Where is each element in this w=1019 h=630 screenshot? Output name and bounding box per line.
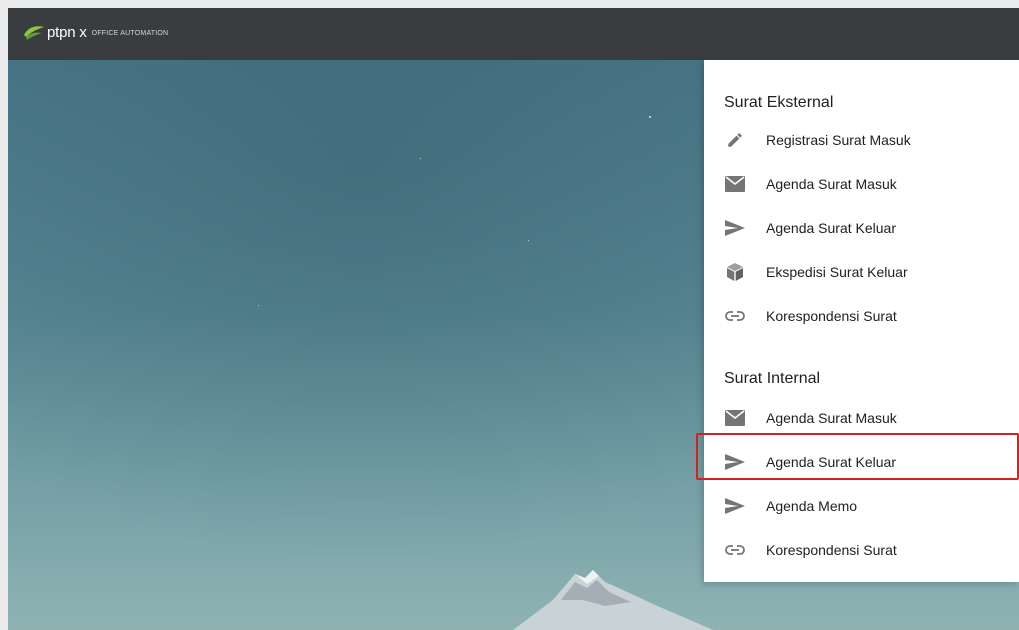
section-title-surat-internal: Surat Internal	[724, 370, 821, 387]
menu-item-label: Agenda Memo	[766, 498, 858, 514]
menu-item-label: Korespondensi Surat	[766, 308, 897, 324]
pencil-icon	[724, 129, 746, 151]
menu-item-ekspedisi-surat-keluar[interactable]: Ekspedisi Surat Keluar	[704, 250, 1019, 294]
send-icon	[724, 451, 746, 473]
menu-item-label: Agenda Surat Masuk	[766, 176, 897, 192]
menu-item-agenda-surat-keluar-eksternal[interactable]: Agenda Surat Keluar	[704, 206, 1019, 250]
menu-item-label: Ekspedisi Surat Keluar	[766, 264, 908, 280]
mail-icon	[724, 173, 746, 195]
brand-name: ptpn x	[47, 23, 87, 41]
menu-item-agenda-memo[interactable]: Agenda Memo	[704, 484, 1019, 528]
menu-item-label: Korespondensi Surat	[766, 542, 897, 558]
link-icon	[724, 305, 746, 327]
top-bar: ptpn x OFFICE AUTOMATION	[8, 8, 1019, 60]
brand[interactable]: ptpn x OFFICE AUTOMATION	[22, 18, 168, 46]
mountain-peak	[513, 570, 713, 630]
star	[420, 158, 421, 159]
menu-item-korespondensi-surat-internal[interactable]: Korespondensi Surat	[704, 528, 1019, 572]
section-title-surat-eksternal: Surat Eksternal	[724, 94, 834, 111]
menu-item-korespondensi-surat-eksternal[interactable]: Korespondensi Surat	[704, 294, 1019, 338]
star	[649, 116, 651, 118]
link-icon	[724, 539, 746, 561]
menu-item-label: Agenda Surat Keluar	[766, 454, 896, 470]
send-icon	[724, 217, 746, 239]
star	[258, 305, 259, 306]
menu-item-agenda-surat-keluar-internal[interactable]: Agenda Surat Keluar	[704, 440, 1019, 484]
brand-tagline: OFFICE AUTOMATION	[91, 29, 169, 37]
package-icon	[724, 261, 746, 283]
app-frame: ptpn x OFFICE AUTOMATION Surat Eksternal…	[8, 8, 1019, 630]
mail-icon	[724, 407, 746, 429]
menu-item-label: Registrasi Surat Masuk	[766, 132, 911, 148]
leaf-logo-icon	[22, 19, 46, 45]
menu-item-agenda-surat-masuk-internal[interactable]: Agenda Surat Masuk	[704, 396, 1019, 440]
menu-item-label: Agenda Surat Keluar	[766, 220, 896, 236]
menu-item-agenda-surat-masuk-eksternal[interactable]: Agenda Surat Masuk	[704, 162, 1019, 206]
dropdown-menu: Surat Eksternal Registrasi Surat Masuk A…	[704, 60, 1019, 582]
star	[528, 240, 529, 241]
menu-item-label: Agenda Surat Masuk	[766, 410, 897, 426]
send-icon	[724, 495, 746, 517]
menu-item-registrasi-surat-masuk[interactable]: Registrasi Surat Masuk	[704, 118, 1019, 162]
